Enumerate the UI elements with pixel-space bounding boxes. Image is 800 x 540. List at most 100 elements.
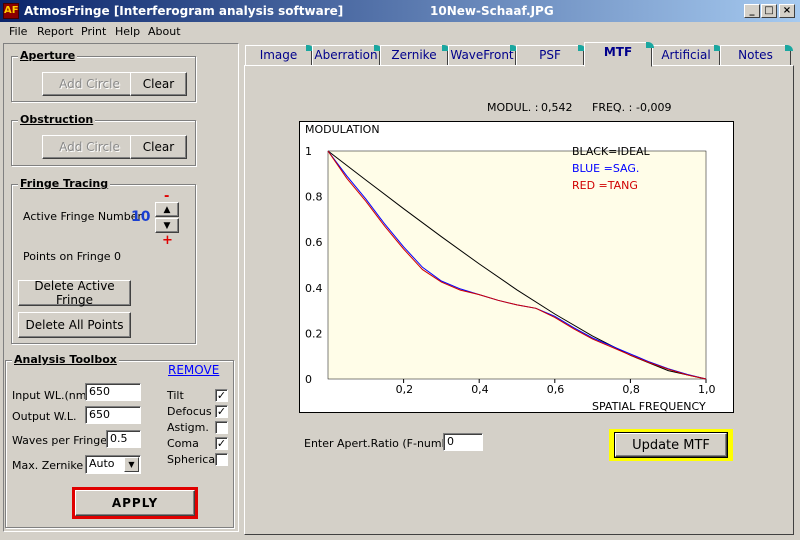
minimize-button[interactable]: _ xyxy=(744,4,760,18)
input-wl-label: Input WL.(nm) xyxy=(12,389,91,402)
tab-aberration-label: Aberration xyxy=(314,48,378,62)
tab-image[interactable]: Image xyxy=(245,45,314,66)
coma-checkbox[interactable]: ✓ xyxy=(215,437,228,450)
tab-zernike-label: Zernike xyxy=(391,48,437,62)
menu-help[interactable]: Help xyxy=(115,25,140,38)
output-wl-field[interactable]: 650 xyxy=(85,406,141,424)
y-tick-label: 0.8 xyxy=(305,191,323,204)
legend-entry: BLACK=IDEAL xyxy=(572,145,651,158)
update-mtf-button[interactable]: Update MTF xyxy=(614,432,728,458)
freq-value: -0,009 xyxy=(636,101,672,114)
coma-label: Coma xyxy=(167,437,199,450)
x-tick-label: 0,4 xyxy=(471,383,489,396)
modul-label: MODUL. : xyxy=(487,101,539,114)
maximize-button[interactable]: □ xyxy=(761,4,777,18)
max-zernike-label: Max. Zernike xyxy=(12,459,84,472)
tab-wavefront-label: WaveFront xyxy=(450,48,514,62)
apply-button[interactable]: APPLY xyxy=(75,490,195,516)
tab-ear-icon xyxy=(785,45,793,51)
defocus-label: Defocus xyxy=(167,405,212,418)
tab-aberration[interactable]: Aberration xyxy=(312,45,382,66)
points-on-fringe-value: 0 xyxy=(114,250,121,263)
waves-per-fringe-field[interactable]: 0.5 xyxy=(106,430,141,448)
close-button[interactable]: × xyxy=(779,4,795,18)
f-number-field[interactable]: 0 xyxy=(443,433,483,451)
tab-wavefront[interactable]: WaveFront xyxy=(448,45,518,66)
menu-print[interactable]: Print xyxy=(81,25,106,38)
y-tick-label: 0 xyxy=(305,373,312,386)
active-fringe-label: Active Fringe Number xyxy=(23,210,143,223)
tilt-label: Tilt xyxy=(167,389,184,402)
astigm-checkbox[interactable] xyxy=(215,421,228,434)
fringe-tracing-title: Fringe Tracing xyxy=(18,177,111,190)
y-tick-label: 1 xyxy=(305,145,312,158)
spherical-checkbox[interactable] xyxy=(215,453,228,466)
max-zernike-select[interactable]: Auto ▼ xyxy=(85,455,141,474)
check-icon: ✓ xyxy=(216,389,227,402)
down-arrow-icon: ▼ xyxy=(163,220,171,231)
waves-per-fringe-label: Waves per Fringe xyxy=(12,434,108,447)
modul-value: 0,542 xyxy=(541,101,573,114)
apply-highlight: APPLY xyxy=(72,487,198,519)
obstruction-add-circle-button[interactable]: Add Circle xyxy=(42,135,137,159)
up-arrow-icon: ▲ xyxy=(163,204,171,215)
x-tick-label: 1,0 xyxy=(698,383,716,396)
legend-entry: RED =TANG xyxy=(572,179,638,192)
title-bar: AF AtmosFringe [Interferogram analysis s… xyxy=(0,0,800,22)
tab-ear-icon xyxy=(646,42,654,48)
aperture-group: Aperture Add Circle Clear xyxy=(11,49,196,102)
tab-artificial[interactable]: Artificial xyxy=(652,45,722,66)
x-tick-label: 0,6 xyxy=(547,383,565,396)
update-mtf-highlight: Update MTF xyxy=(609,429,733,461)
defocus-checkbox[interactable]: ✓ xyxy=(215,405,228,418)
menu-bar: File Report Print Help About xyxy=(0,22,800,42)
plot-area: 0,2 0,4 0,6 0,8 1,0 0 0.2 0.4 0.6 0.8 1 BLACK=IDEAL… xyxy=(305,145,716,396)
chevron-down-icon[interactable]: ▼ xyxy=(124,457,139,472)
fringe-tracing-group: Fringe Tracing Active Fringe Number 10 -… xyxy=(11,177,196,344)
tab-mtf-label: MTF xyxy=(603,45,633,59)
app-icon: AF xyxy=(3,3,19,19)
delete-active-fringe-button[interactable]: Delete Active Fringe xyxy=(18,279,131,307)
x-tick-label: 0,2 xyxy=(396,383,414,396)
menu-report[interactable]: Report xyxy=(37,25,73,38)
points-on-fringe-label: Points on Fringe xyxy=(23,250,111,263)
aperture-clear-button[interactable]: Clear xyxy=(130,72,187,96)
x-tick-label: 0,8 xyxy=(622,383,640,396)
tab-notes[interactable]: Notes xyxy=(720,45,793,66)
tilt-checkbox[interactable]: ✓ xyxy=(215,389,228,402)
tab-zernike[interactable]: Zernike xyxy=(380,45,450,66)
mtf-chart-frame: MODULATION SPATIAL FREQUENCY 0,2 0,4 0,6 0,… xyxy=(299,121,734,413)
menu-about[interactable]: About xyxy=(148,25,181,38)
analysis-toolbox-group: Analysis Toolbox REMOVE Input WL.(nm) 65… xyxy=(5,353,234,528)
tab-psf[interactable]: PSF xyxy=(516,45,586,66)
y-axis-label: MODULATION xyxy=(305,123,380,136)
remove-link[interactable]: REMOVE xyxy=(168,363,219,377)
tab-artificial-label: Artificial xyxy=(661,48,711,62)
y-tick-label: 0.6 xyxy=(305,236,323,249)
f-number-label: Enter Apert.Ratio (F-number) xyxy=(304,437,465,450)
obstruction-clear-button[interactable]: Clear xyxy=(130,135,187,159)
tab-image-label: Image xyxy=(259,48,298,62)
output-wl-label: Output W.L. xyxy=(12,410,77,423)
analysis-toolbox-title: Analysis Toolbox xyxy=(12,353,119,366)
plot-background xyxy=(327,150,707,380)
mtf-chart[interactable]: MODULATION SPATIAL FREQUENCY 0,2 0,4 0,6 0,… xyxy=(300,122,733,413)
fringe-down-button[interactable]: ▼ xyxy=(155,218,179,233)
obstruction-group: Obstruction Add Circle Clear xyxy=(11,113,196,166)
check-icon: ✓ xyxy=(216,405,227,418)
y-tick-label: 0.4 xyxy=(305,282,323,295)
menu-file[interactable]: File xyxy=(9,25,27,38)
tab-notes-label: Notes xyxy=(738,48,773,62)
legend-entry: BLUE =SAG. xyxy=(572,162,639,175)
input-wl-field[interactable]: 650 xyxy=(85,383,141,401)
tab-mtf[interactable]: MTF xyxy=(584,42,654,67)
astigm-label: Astigm. xyxy=(167,421,209,434)
aperture-add-circle-button[interactable]: Add Circle xyxy=(42,72,137,96)
aperture-title: Aperture xyxy=(18,49,78,62)
open-file-name: 10New-Schaaf.JPG xyxy=(430,4,554,18)
window-title: AtmosFringe [Interferogram analysis soft… xyxy=(24,4,344,18)
freq-label: FREQ. : xyxy=(592,101,633,114)
delete-all-points-button[interactable]: Delete All Points xyxy=(18,312,131,338)
tab-psf-label: PSF xyxy=(539,48,561,62)
fringe-up-button[interactable]: ▲ xyxy=(155,202,179,217)
